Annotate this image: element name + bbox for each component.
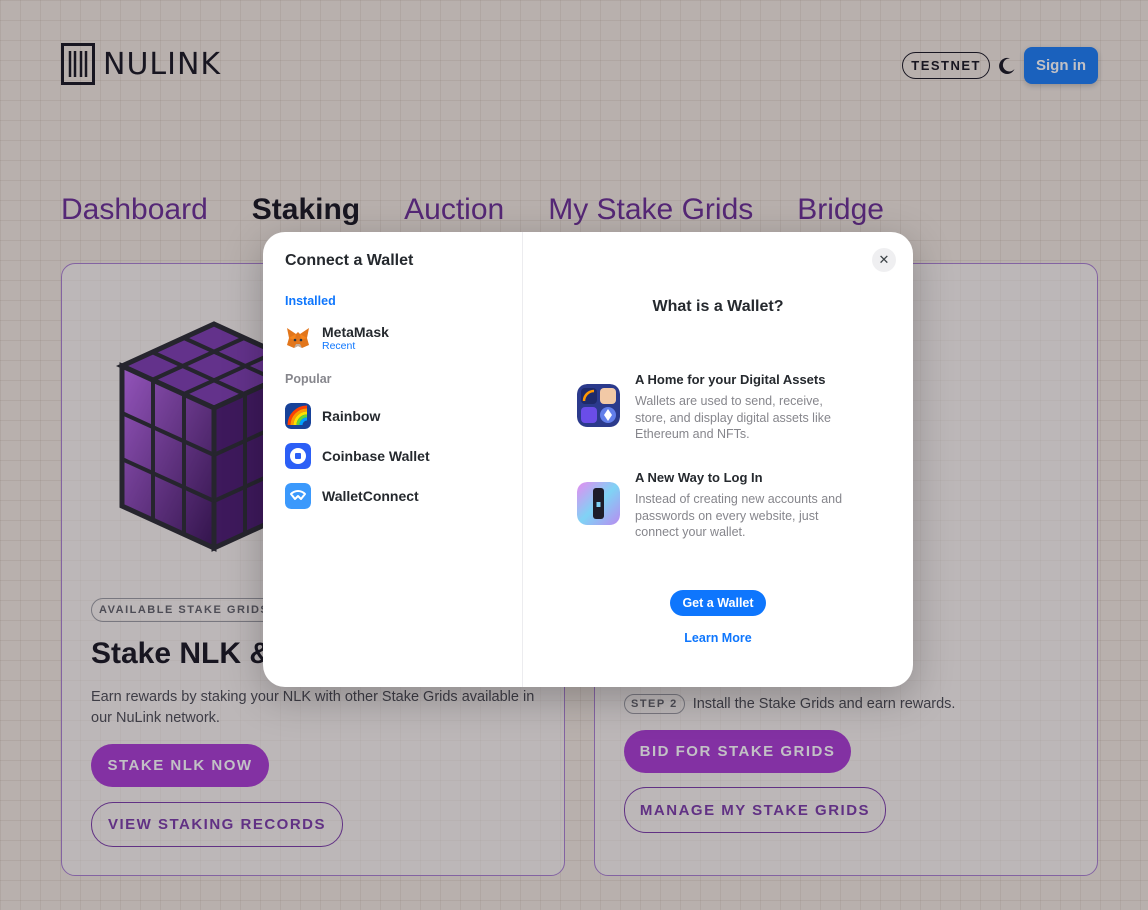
popular-section-label: Popular [285,372,332,386]
info-description: Instead of creating new accounts and pas… [635,492,843,539]
metamask-fox-icon [287,328,309,348]
wallet-name: Rainbow [322,408,381,424]
wallet-option-coinbase[interactable]: Coinbase Wallet [285,436,500,476]
info-description: Wallets are used to send, receive, store… [635,394,831,441]
wallet-option-rainbow[interactable]: Rainbow [285,396,500,436]
wallet-option-metamask[interactable]: MetaMask Recent [285,318,500,358]
get-a-wallet-button[interactable]: Get a Wallet [670,590,766,616]
login-key-icon [577,482,620,525]
learn-more-link[interactable]: Learn More [523,631,913,645]
installed-section-label: Installed [285,294,336,308]
close-icon[interactable]: ✕ [872,248,896,272]
wallet-name: Coinbase Wallet [322,448,430,464]
walletconnect-icon [285,483,311,509]
info-title: A New Way to Log In [635,470,763,485]
wallet-info-panel: ✕ What is a Wallet? A Home for your Digi… [523,232,913,687]
wallet-recent-tag: Recent [322,340,356,352]
what-is-a-wallet-title: What is a Wallet? [652,298,784,315]
modal-title: Connect a Wallet [285,252,414,269]
digital-assets-icon [577,384,620,427]
info-title: A Home for your Digital Assets [635,372,826,387]
rainbow-icon [285,403,311,429]
wallet-list-panel: Connect a Wallet Installed MetaMask Rece… [263,232,523,687]
wallet-name: WalletConnect [322,488,419,504]
connect-wallet-modal: Connect a Wallet Installed MetaMask Rece… [263,232,913,687]
info-item-digital-assets: A Home for your Digital Assets Wallets a… [577,372,857,443]
wallet-name: MetaMask [322,324,389,340]
wallet-option-walletconnect[interactable]: WalletConnect [285,476,500,516]
coinbase-icon [285,443,311,469]
info-item-new-login: A New Way to Log In Instead of creating … [577,470,857,541]
